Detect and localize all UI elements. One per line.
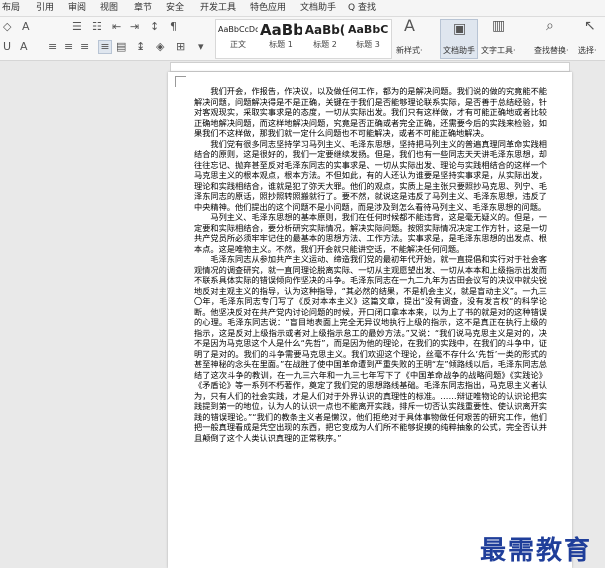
dropdown-chevron-icon[interactable]: ▾ [198, 41, 204, 53]
new-style-icon[interactable]: A [404, 18, 415, 34]
tab-security[interactable]: 安全 [166, 1, 184, 15]
style-normal[interactable]: AaBbCcDd 正文 [218, 22, 258, 56]
align-justify-icon[interactable]: ≡ [98, 40, 112, 54]
border-icon[interactable]: ⊞ [176, 41, 185, 53]
ribbon-toolbar: ◇ A U A ☰ ☷ ⇤ ⇥ ↕ ¶ ≡ ≡ ≡ ≡ ▤ ↨ ◈ ⊞ ▾ Aa… [0, 17, 605, 61]
watermark-logo: 最需教育 [480, 536, 593, 566]
number-list-icon[interactable]: ☷ [92, 21, 102, 33]
horizontal-ruler[interactable] [0, 61, 605, 72]
distributed-align-icon[interactable]: ▤ [116, 41, 126, 53]
style-heading-1[interactable]: AaBb 标题 1 [260, 22, 302, 56]
document-body[interactable]: 我们开会，作报告，作决议，以及做任何工作，都为的是解决问题。我们说的做的究竟能不… [194, 86, 547, 443]
find-replace-icon[interactable]: ⌕ [546, 19, 554, 33]
tab-features[interactable]: 特色应用 [250, 1, 286, 15]
underline-icon[interactable]: U [3, 41, 11, 53]
align-left-icon[interactable]: ≡ [48, 41, 57, 53]
paragraph: 毛泽东同志从参加共产主义运动、缔造我们党的最初年代开始，就一直提倡和实行对于社会… [194, 254, 547, 443]
tab-doc-assistant[interactable]: 文档助手 [300, 1, 336, 15]
tab-developer[interactable]: 开发工具 [200, 1, 236, 15]
indent-decrease-icon[interactable]: ⇤ [112, 21, 121, 33]
align-center-icon[interactable]: ≡ [64, 41, 73, 53]
paragraph-mark-icon[interactable]: ¶ [170, 21, 177, 33]
bullet-list-icon[interactable]: ☰ [72, 21, 82, 33]
tab-search[interactable]: Q 查找 [348, 1, 376, 15]
sort-icon[interactable]: ↕ [150, 21, 159, 33]
style-heading-2[interactable]: AaBb( 标题 2 [304, 22, 346, 56]
tab-review[interactable]: 审阅 [68, 1, 86, 15]
tab-references[interactable]: 引用 [36, 1, 54, 15]
highlight-icon[interactable]: A [20, 41, 28, 53]
align-right-icon[interactable]: ≡ [80, 41, 89, 53]
tab-chapter[interactable]: 章节 [134, 1, 152, 15]
select-icon[interactable]: ↖ [584, 19, 596, 33]
document-page[interactable]: 我们开会，作报告，作决议，以及做任何工作，都为的是解决问题。我们说的做的究竟能不… [168, 72, 572, 568]
eraser-icon[interactable]: ◇ [3, 21, 11, 33]
shading-icon[interactable]: ◈ [156, 41, 164, 53]
find-replace-button[interactable]: 查找替换· [534, 45, 569, 56]
doc-assistant-icon: ▣ [453, 21, 467, 37]
select-button[interactable]: 选择· [578, 45, 597, 56]
paragraph: 我们党有很多同志坚持学习马列主义、毛泽东思想，坚持把马列主义的普遍真理同革命实践… [194, 138, 547, 212]
page-corner-mark [175, 76, 186, 87]
tab-view[interactable]: 视图 [100, 1, 118, 15]
menu-tab-bar: 布局 引用 审阅 视图 章节 安全 开发工具 特色应用 文档助手 Q 查找 [0, 0, 605, 17]
style-gallery: AaBbCcDd 正文 AaBb 标题 1 AaBb( 标题 2 AaBbC 标… [215, 19, 392, 59]
style-heading-3[interactable]: AaBbC 标题 3 [348, 22, 388, 56]
ruler-track [170, 62, 570, 72]
paragraph: 我们开会，作报告，作决议，以及做任何工作，都为的是解决问题。我们说的做的究竟能不… [194, 86, 547, 138]
new-style-button[interactable]: 新样式· [396, 45, 423, 56]
doc-assistant-button[interactable]: ▣ 文档助手 [440, 19, 478, 59]
tab-layout[interactable]: 布局 [2, 1, 20, 15]
text-tools-button[interactable]: 文字工具· [481, 45, 516, 56]
text-tools-icon[interactable]: ▥ [492, 19, 505, 33]
paragraph: 马列主义、毛泽东思想的基本原则，我们在任何时候都不能违背，这是毫无疑义的。但是，… [194, 212, 547, 254]
line-spacing-icon[interactable]: ↨ [136, 41, 145, 53]
indent-increase-icon[interactable]: ⇥ [130, 21, 139, 33]
font-color-icon[interactable]: A [22, 21, 30, 33]
